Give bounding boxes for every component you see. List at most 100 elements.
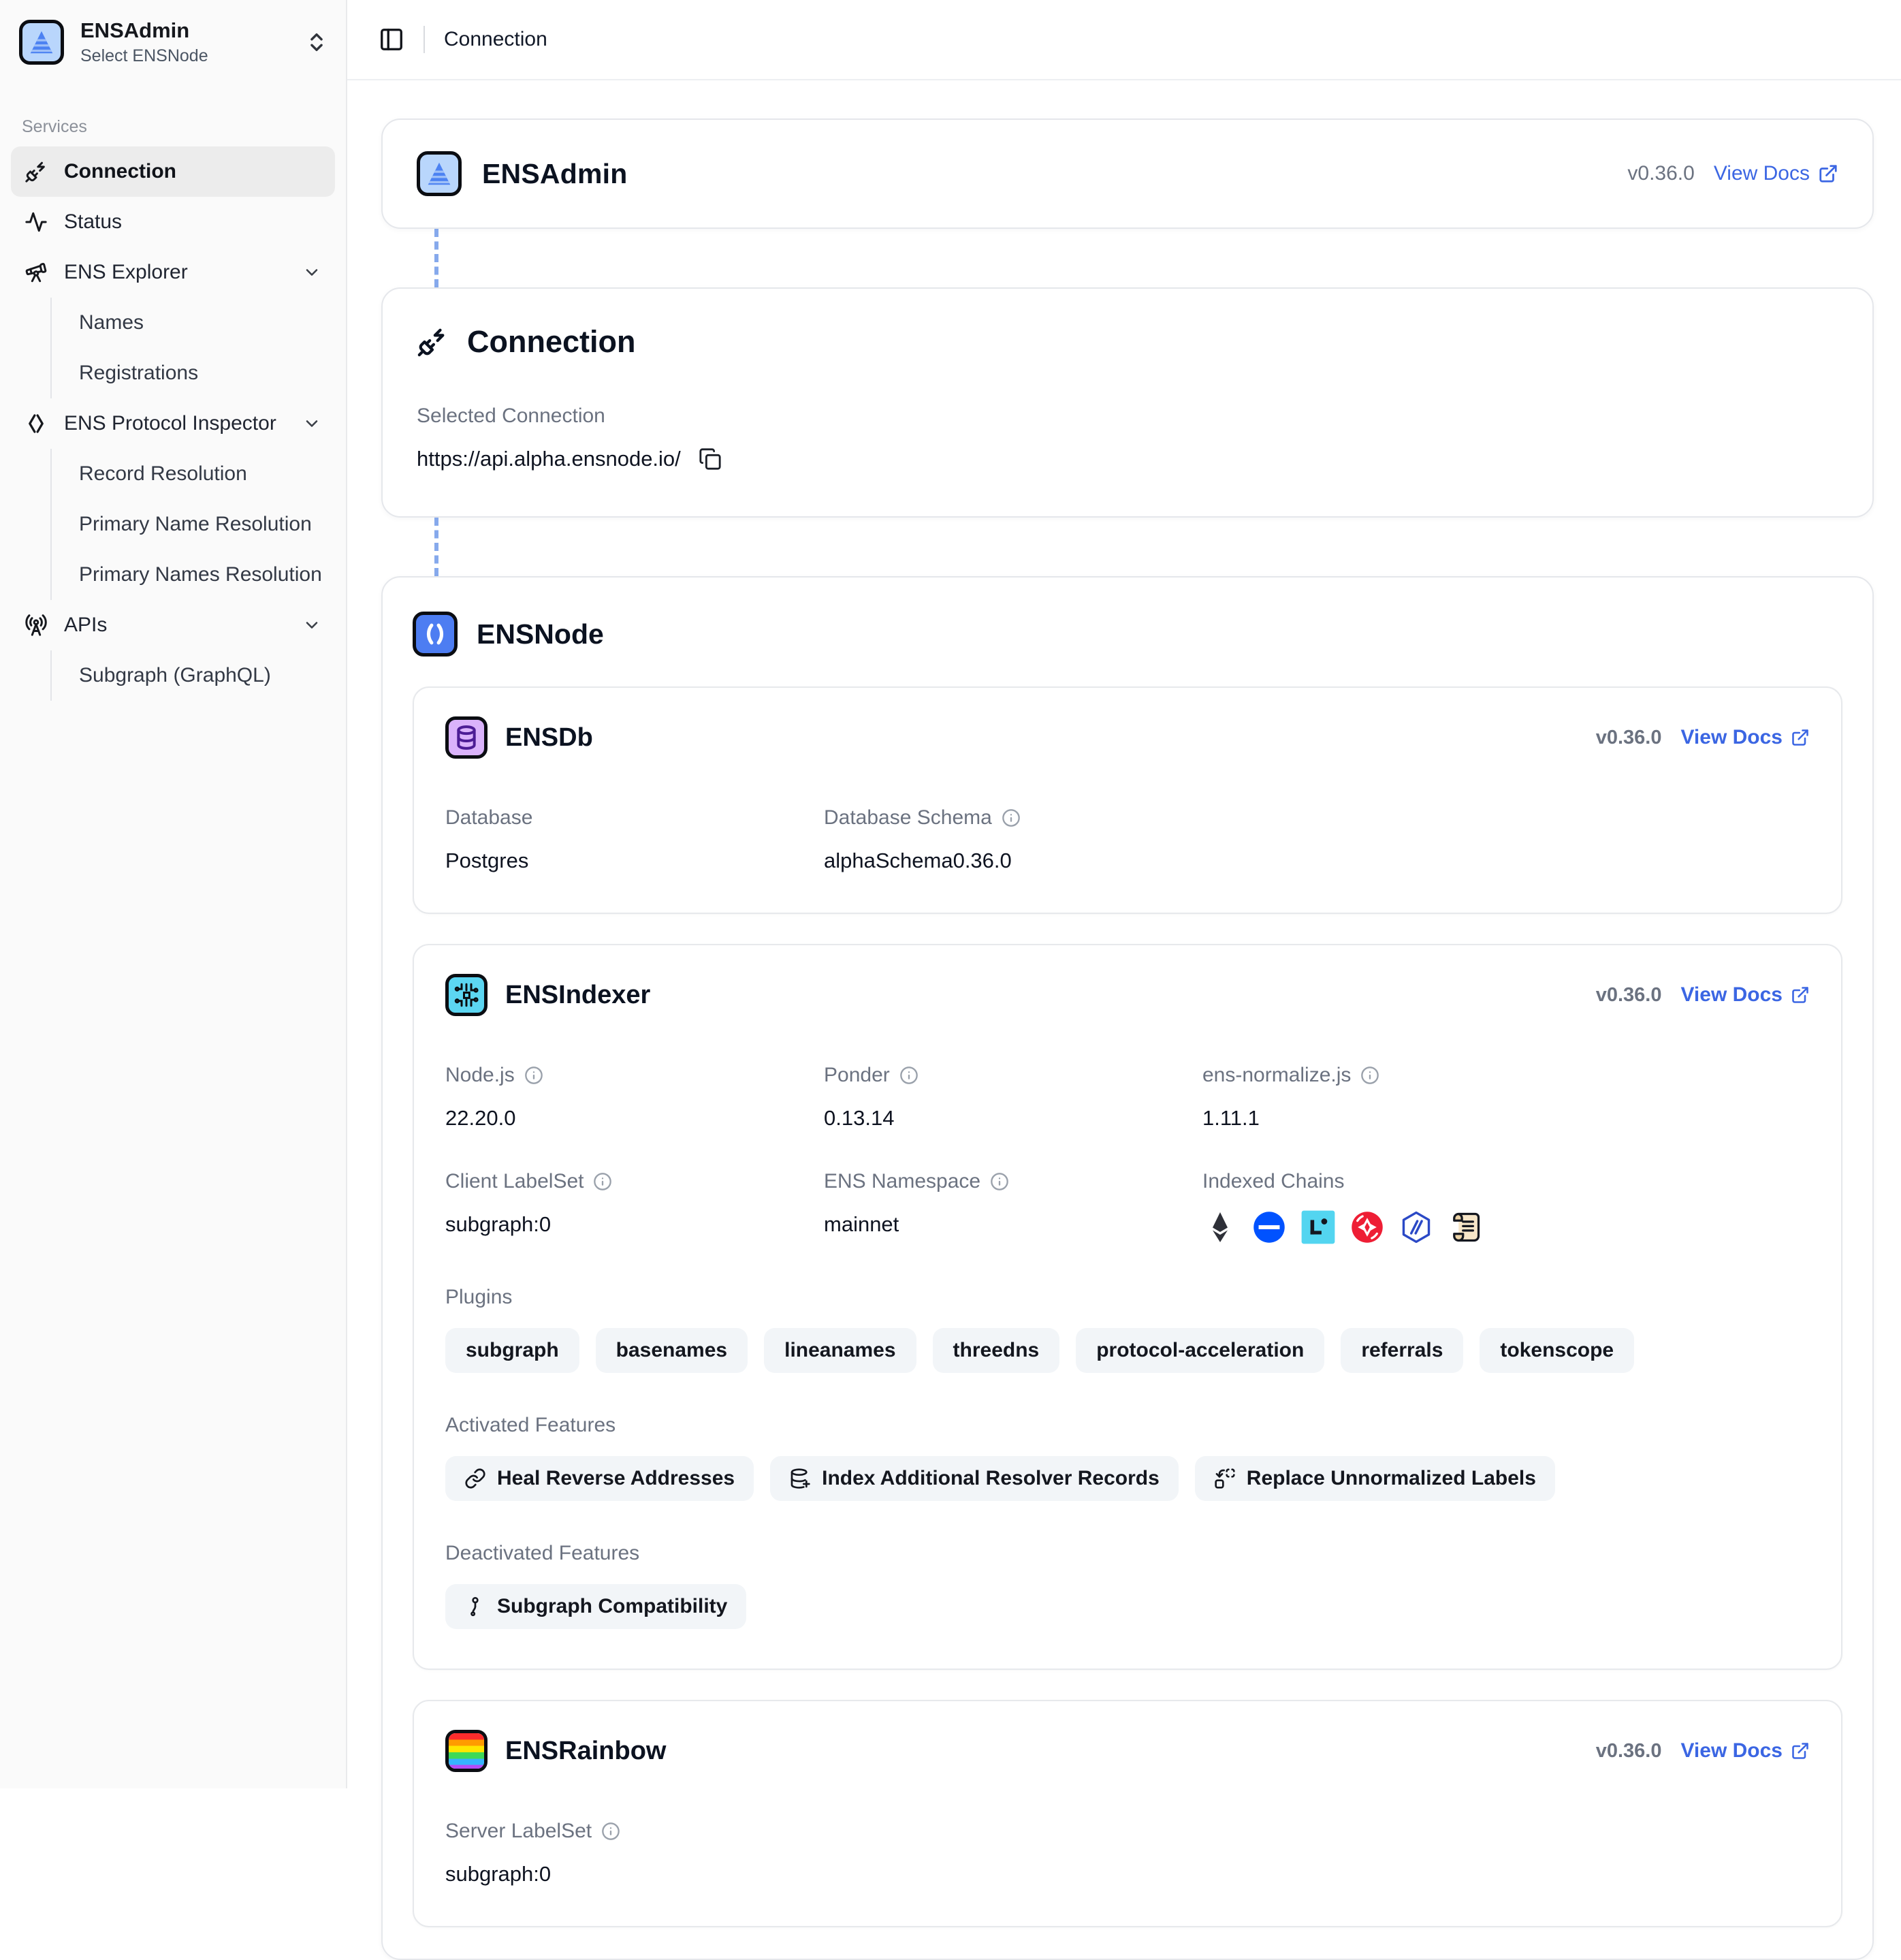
- field-value: 22.20.0: [445, 1106, 824, 1131]
- external-link-icon: [1791, 1741, 1810, 1760]
- plugin-badge: subgraph: [445, 1328, 579, 1373]
- ensadmin-card-logo: [417, 151, 462, 196]
- sidebar-toggle-button[interactable]: [379, 27, 404, 52]
- info-icon[interactable]: [1002, 808, 1021, 827]
- chevron-down-icon[interactable]: [302, 414, 321, 433]
- version-badge: v0.36.0: [1596, 984, 1662, 1007]
- field-value: 0.13.14: [824, 1106, 1202, 1131]
- plugin-badge: referrals: [1341, 1328, 1463, 1373]
- version-badge: v0.36.0: [1627, 162, 1694, 185]
- field-label: ens-normalize.js: [1202, 1064, 1351, 1087]
- sidebar-item-ens-explorer[interactable]: ENS Explorer: [11, 247, 335, 298]
- panel-left-icon: [379, 27, 404, 52]
- info-icon[interactable]: [899, 1066, 918, 1085]
- database-icon: [453, 724, 480, 751]
- field-label: Node.js: [445, 1064, 515, 1087]
- view-docs-link[interactable]: View Docs: [1714, 162, 1838, 185]
- breadcrumb: Connection: [444, 28, 547, 51]
- sidebar-item-record-resolution[interactable]: Record Resolution: [52, 449, 335, 499]
- view-docs-label: View Docs: [1680, 726, 1783, 749]
- connection-card-title: Connection: [467, 324, 635, 360]
- ensindexer-logo: [445, 974, 488, 1016]
- ensindexer-card-title: ENSIndexer: [505, 981, 650, 1010]
- sidebar-item-names[interactable]: Names: [52, 298, 335, 348]
- sidebar-nav: Connection Status ENS Explorer Names Reg…: [0, 146, 346, 701]
- info-icon[interactable]: [1360, 1066, 1379, 1085]
- field-database: Database Postgres: [445, 806, 824, 873]
- connection-url: https://api.alpha.ensnode.io/: [417, 447, 681, 471]
- field-indexed-chains: Indexed Chains: [1202, 1170, 1810, 1245]
- ensnode-selector-button[interactable]: ENSAdmin Select ENSNode: [0, 0, 346, 82]
- sidebar-item-label: ENS Explorer: [64, 261, 188, 284]
- ensnode-brackets-icon: [420, 619, 450, 649]
- view-docs-link[interactable]: View Docs: [1680, 726, 1810, 749]
- field-ens-normalize: ens-normalize.js 1.11.1: [1202, 1064, 1810, 1131]
- protocol-inspector-children: Record Resolution Primary Name Resolutio…: [50, 449, 335, 600]
- plugin-badge: threedns: [933, 1328, 1060, 1373]
- sidebar-item-label: Primary Name Resolution: [79, 513, 312, 536]
- external-link-icon: [1791, 985, 1810, 1005]
- field-label: ENS Namespace: [824, 1170, 980, 1193]
- info-icon[interactable]: [601, 1822, 620, 1841]
- plugins-row: subgraph basenames lineanames threedns p…: [445, 1328, 1810, 1373]
- chain-ethereum-icon: [1202, 1210, 1238, 1245]
- field-value: alphaSchema0.36.0: [824, 849, 1810, 873]
- sidebar-item-status[interactable]: Status: [11, 197, 335, 247]
- sidebar-item-label: ENS Protocol Inspector: [64, 412, 276, 435]
- plugin-badge: basenames: [596, 1328, 748, 1373]
- info-icon[interactable]: [990, 1172, 1009, 1191]
- feature-label: Replace Unnormalized Labels: [1247, 1467, 1536, 1490]
- sidebar-item-registrations[interactable]: Registrations: [52, 348, 335, 398]
- field-label: Server LabelSet: [445, 1820, 592, 1843]
- copy-url-button[interactable]: [699, 447, 722, 471]
- database-plus-icon: [789, 1468, 811, 1489]
- field-nodejs: Node.js 22.20.0: [445, 1064, 824, 1131]
- chevron-down-icon[interactable]: [302, 616, 321, 635]
- plug-zap-icon: [417, 326, 448, 358]
- view-docs-link[interactable]: View Docs: [1680, 983, 1810, 1007]
- activated-features-label: Activated Features: [445, 1414, 1810, 1437]
- app-subtitle: Select ENSNode: [80, 46, 208, 67]
- deactivated-features-label: Deactivated Features: [445, 1542, 1810, 1565]
- sidebar: ENSAdmin Select ENSNode Services Connect…: [0, 0, 347, 1788]
- plugins-label: Plugins: [445, 1286, 1810, 1309]
- chevron-down-icon[interactable]: [302, 263, 321, 282]
- feature-badge-replace-unnormalized-labels: Replace Unnormalized Labels: [1195, 1456, 1555, 1501]
- ensdb-card: ENSDb v0.36.0 View Docs Database: [413, 686, 1842, 914]
- ensadmin-card: ENSAdmin v0.36.0 View Docs: [381, 118, 1874, 229]
- info-icon[interactable]: [524, 1066, 543, 1085]
- sidebar-item-ens-protocol-inspector[interactable]: ENS Protocol Inspector: [11, 398, 335, 449]
- sidebar-item-apis[interactable]: APIs: [11, 600, 335, 650]
- field-label: Client LabelSet: [445, 1170, 584, 1193]
- apis-children: Subgraph (GraphQL): [50, 650, 335, 701]
- sidebar-item-primary-names-resolution[interactable]: Primary Names Resolution: [52, 550, 335, 600]
- sidebar-item-connection[interactable]: Connection: [11, 146, 335, 197]
- circuit-icon: [452, 981, 481, 1009]
- external-link-icon: [1818, 163, 1838, 184]
- sidebar-item-label: Subgraph (GraphQL): [79, 664, 271, 687]
- sidebar-item-subgraph-graphql[interactable]: Subgraph (GraphQL): [52, 650, 335, 701]
- view-docs-label: View Docs: [1680, 1739, 1783, 1763]
- ensadmin-logo: [19, 20, 64, 65]
- chain-optimism-icon: [1349, 1210, 1385, 1245]
- info-icon[interactable]: [593, 1172, 612, 1191]
- activated-features-row: Heal Reverse Addresses Index Additional …: [445, 1456, 1810, 1501]
- view-docs-label: View Docs: [1714, 162, 1810, 185]
- chevrons-up-down-icon: [305, 31, 328, 54]
- feature-badge-subgraph-compatibility: Subgraph Compatibility: [445, 1584, 746, 1629]
- field-value: mainnet: [824, 1212, 1202, 1237]
- connection-card: Connection Selected Connection https://a…: [381, 287, 1874, 518]
- ensdb-card-title: ENSDb: [505, 723, 593, 753]
- indexed-chains-row: [1202, 1210, 1810, 1245]
- version-badge: v0.36.0: [1596, 1740, 1662, 1763]
- ensrainbow-card-title: ENSRainbow: [505, 1737, 666, 1766]
- field-ens-namespace: ENS Namespace mainnet: [824, 1170, 1202, 1245]
- flow-connector: [434, 229, 438, 287]
- sidebar-item-label: Record Resolution: [79, 462, 247, 486]
- field-value: subgraph:0: [445, 1212, 824, 1237]
- field-label: Indexed Chains: [1202, 1170, 1344, 1193]
- sidebar-item-label: Connection: [64, 160, 176, 183]
- sidebar-item-primary-name-resolution[interactable]: Primary Name Resolution: [52, 499, 335, 550]
- ensnode-logo: [413, 612, 458, 657]
- view-docs-link[interactable]: View Docs: [1680, 1739, 1810, 1763]
